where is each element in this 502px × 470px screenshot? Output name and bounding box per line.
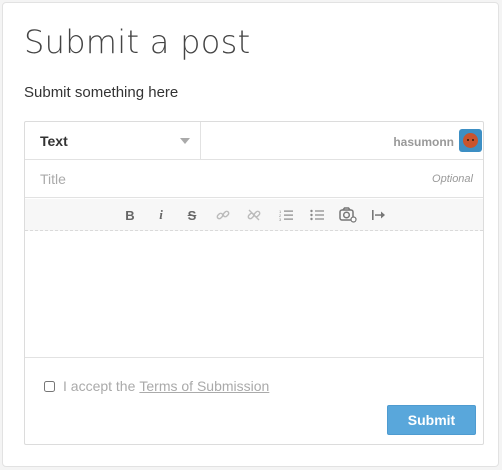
terms-link[interactable]: Terms of Submission: [139, 378, 269, 394]
title-input[interactable]: [25, 160, 425, 197]
post-type-select[interactable]: Text: [25, 122, 201, 160]
ordered-list-icon[interactable]: 123: [276, 205, 296, 225]
post-form: Text hasumonn Optional B i S: [24, 121, 484, 445]
terms-prefix: I accept the: [63, 378, 136, 394]
post-type-value: Text: [40, 133, 68, 149]
indent-icon[interactable]: [369, 205, 389, 225]
terms-acceptance[interactable]: I accept the Terms of Submission: [44, 378, 269, 394]
title-row: Optional: [25, 160, 483, 198]
page-subtitle: Submit something here: [24, 84, 179, 101]
editor-toolbar: B i S 123: [25, 199, 483, 231]
avatar-face-icon: [463, 133, 478, 148]
username: hasumonn: [393, 135, 454, 149]
svg-text:3: 3: [279, 217, 282, 222]
camera-icon[interactable]: [338, 205, 358, 225]
link-icon[interactable]: [213, 205, 233, 225]
title-optional-hint: Optional: [432, 173, 473, 185]
form-header-row: Text hasumonn: [25, 122, 483, 160]
italic-icon[interactable]: i: [151, 205, 171, 225]
bullet-list-icon[interactable]: [307, 205, 327, 225]
avatar[interactable]: [459, 129, 482, 152]
page-title: Submit a post: [24, 23, 251, 61]
unlink-icon[interactable]: [244, 205, 264, 225]
body-editor[interactable]: [25, 232, 483, 358]
submit-button[interactable]: Submit: [387, 405, 476, 435]
bold-icon[interactable]: B: [120, 205, 140, 225]
chevron-down-icon: [180, 138, 190, 144]
submit-card: Submit a post Submit something here Text…: [2, 2, 499, 467]
strikethrough-icon[interactable]: S: [182, 205, 202, 225]
terms-checkbox[interactable]: [44, 380, 55, 392]
